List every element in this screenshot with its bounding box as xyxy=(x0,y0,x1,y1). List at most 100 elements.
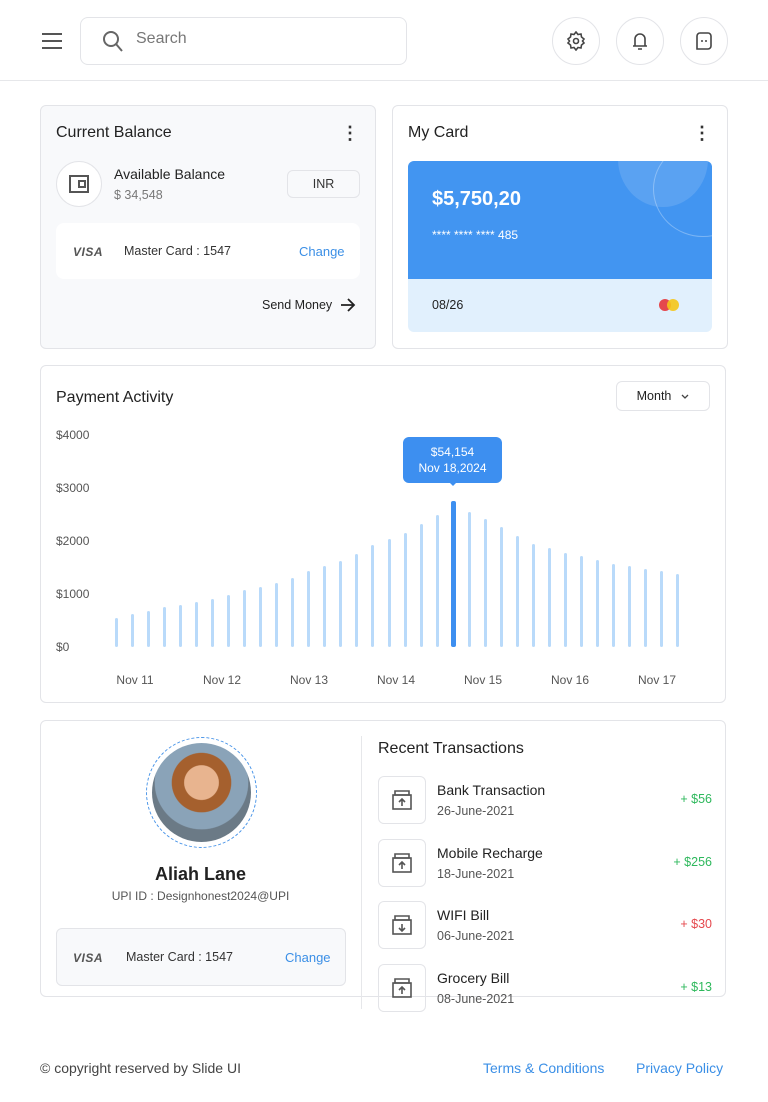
bank-card[interactable]: $5,750,20 **** **** **** 485 08/26 xyxy=(408,161,712,332)
bar[interactable] xyxy=(563,552,567,647)
arrow-right-icon xyxy=(341,298,356,312)
bar[interactable] xyxy=(660,570,664,647)
avatar xyxy=(152,743,251,842)
x-tick-label: Nov 13 xyxy=(289,673,329,687)
payment-activity-title: Payment Activity xyxy=(56,389,174,406)
send-money-label: Send Money xyxy=(262,298,333,312)
bar[interactable] xyxy=(131,613,135,647)
bar[interactable] xyxy=(275,583,279,647)
messages-button[interactable] xyxy=(680,17,728,65)
notifications-button[interactable] xyxy=(616,17,664,65)
bar[interactable] xyxy=(611,564,615,647)
terms-link[interactable]: Terms & Conditions xyxy=(483,1060,604,1076)
chart-tooltip: $54,154 Nov 18,2024 xyxy=(403,437,502,486)
bar[interactable] xyxy=(259,587,263,647)
bar[interactable] xyxy=(355,553,359,647)
bar[interactable] xyxy=(579,555,583,647)
search-box[interactable] xyxy=(80,17,407,65)
card-balance: $5,750,20 xyxy=(432,188,521,210)
transaction-amount: + $56 xyxy=(680,792,712,806)
visa-logo: VISA xyxy=(73,951,104,965)
transaction-name: Bank Transaction xyxy=(437,782,546,798)
my-card-title: My Card xyxy=(408,124,469,141)
x-tick-label: Nov 16 xyxy=(550,673,590,687)
y-tick-label: $3000 xyxy=(56,481,90,495)
mastercard-logo xyxy=(659,299,679,311)
bar[interactable] xyxy=(147,611,151,647)
divider xyxy=(361,736,362,1009)
bar[interactable] xyxy=(403,533,407,647)
bar[interactable] xyxy=(627,565,631,647)
change-card-link[interactable]: Change xyxy=(299,244,345,259)
bar[interactable] xyxy=(467,511,471,647)
x-tick-label: Nov 11 xyxy=(116,673,154,687)
available-balance-label: Available Balance xyxy=(114,166,226,182)
bar[interactable] xyxy=(531,543,535,647)
transaction-icon-box xyxy=(378,839,426,887)
x-tick-label: Nov 14 xyxy=(376,673,416,687)
transaction-name: WIFI Bill xyxy=(437,907,490,923)
upload-box-icon xyxy=(392,978,412,998)
bar[interactable] xyxy=(179,604,183,647)
recent-transactions-title: Recent Transactions xyxy=(378,740,524,757)
more-options-icon[interactable]: ⋮ xyxy=(340,124,360,144)
bar[interactable] xyxy=(499,527,503,647)
more-options-icon[interactable]: ⋮ xyxy=(692,124,712,144)
tooltip-date: Nov 18,2024 xyxy=(418,461,487,475)
transaction-amount: + $13 xyxy=(680,980,712,994)
y-tick-label: $4000 xyxy=(56,428,90,442)
bar[interactable] xyxy=(195,602,199,647)
bar[interactable] xyxy=(435,515,439,647)
available-balance-amount: $ 34,548 xyxy=(114,188,163,202)
bar[interactable] xyxy=(547,548,551,647)
bar[interactable] xyxy=(211,599,215,647)
transaction-date: 18-June-2021 xyxy=(437,867,515,881)
transaction-icon-box xyxy=(378,964,426,1012)
bell-icon xyxy=(633,33,647,50)
bar[interactable] xyxy=(387,539,391,647)
transaction-amount: + $30 xyxy=(680,917,712,931)
payment-activity-card xyxy=(40,365,726,703)
change-card-link[interactable]: Change xyxy=(285,950,331,965)
search-input[interactable] xyxy=(136,30,376,48)
bar[interactable] xyxy=(339,560,343,647)
y-tick-label: $1000 xyxy=(56,587,90,601)
current-balance-title: Current Balance xyxy=(56,124,172,141)
bar[interactable] xyxy=(643,569,647,647)
bar[interactable] xyxy=(115,617,118,647)
bar[interactable] xyxy=(515,536,519,647)
settings-button[interactable] xyxy=(552,17,600,65)
bar[interactable] xyxy=(163,607,167,647)
x-tick-label: Nov 17 xyxy=(637,673,677,687)
profile-upi: UPI ID : Designhonest2024@UPI xyxy=(111,889,290,903)
tooltip-value: $54,154 xyxy=(430,445,475,459)
menu-icon[interactable] xyxy=(42,32,62,50)
gear-icon xyxy=(566,31,586,51)
y-tick-label: $2000 xyxy=(56,534,90,548)
period-label: Month xyxy=(636,389,672,403)
bar[interactable] xyxy=(323,565,327,647)
bar-highlighted[interactable] xyxy=(450,500,456,647)
upload-box-icon xyxy=(392,790,412,810)
period-select[interactable]: Month xyxy=(616,381,710,411)
bar[interactable] xyxy=(227,594,231,647)
privacy-link[interactable]: Privacy Policy xyxy=(636,1060,723,1076)
x-tick-label: Nov 15 xyxy=(463,673,503,687)
upload-box-icon xyxy=(392,853,412,873)
send-money-button[interactable]: Send Money xyxy=(262,298,356,312)
transaction-name: Mobile Recharge xyxy=(437,845,543,861)
y-tick-label: $0 xyxy=(56,640,70,654)
bar[interactable] xyxy=(307,570,311,647)
bar[interactable] xyxy=(243,590,247,647)
bar[interactable] xyxy=(291,578,295,647)
transaction-amount: + $256 xyxy=(673,855,712,869)
search-icon xyxy=(103,31,123,52)
card-number: **** **** **** 485 xyxy=(432,228,519,242)
bar[interactable] xyxy=(595,559,599,647)
card-text: Master Card : 1547 xyxy=(124,244,231,258)
bar[interactable] xyxy=(419,524,423,647)
bar[interactable] xyxy=(483,519,487,647)
bar[interactable] xyxy=(676,573,680,647)
visa-logo: VISA xyxy=(73,245,104,259)
currency-select[interactable]: INR xyxy=(287,170,360,198)
